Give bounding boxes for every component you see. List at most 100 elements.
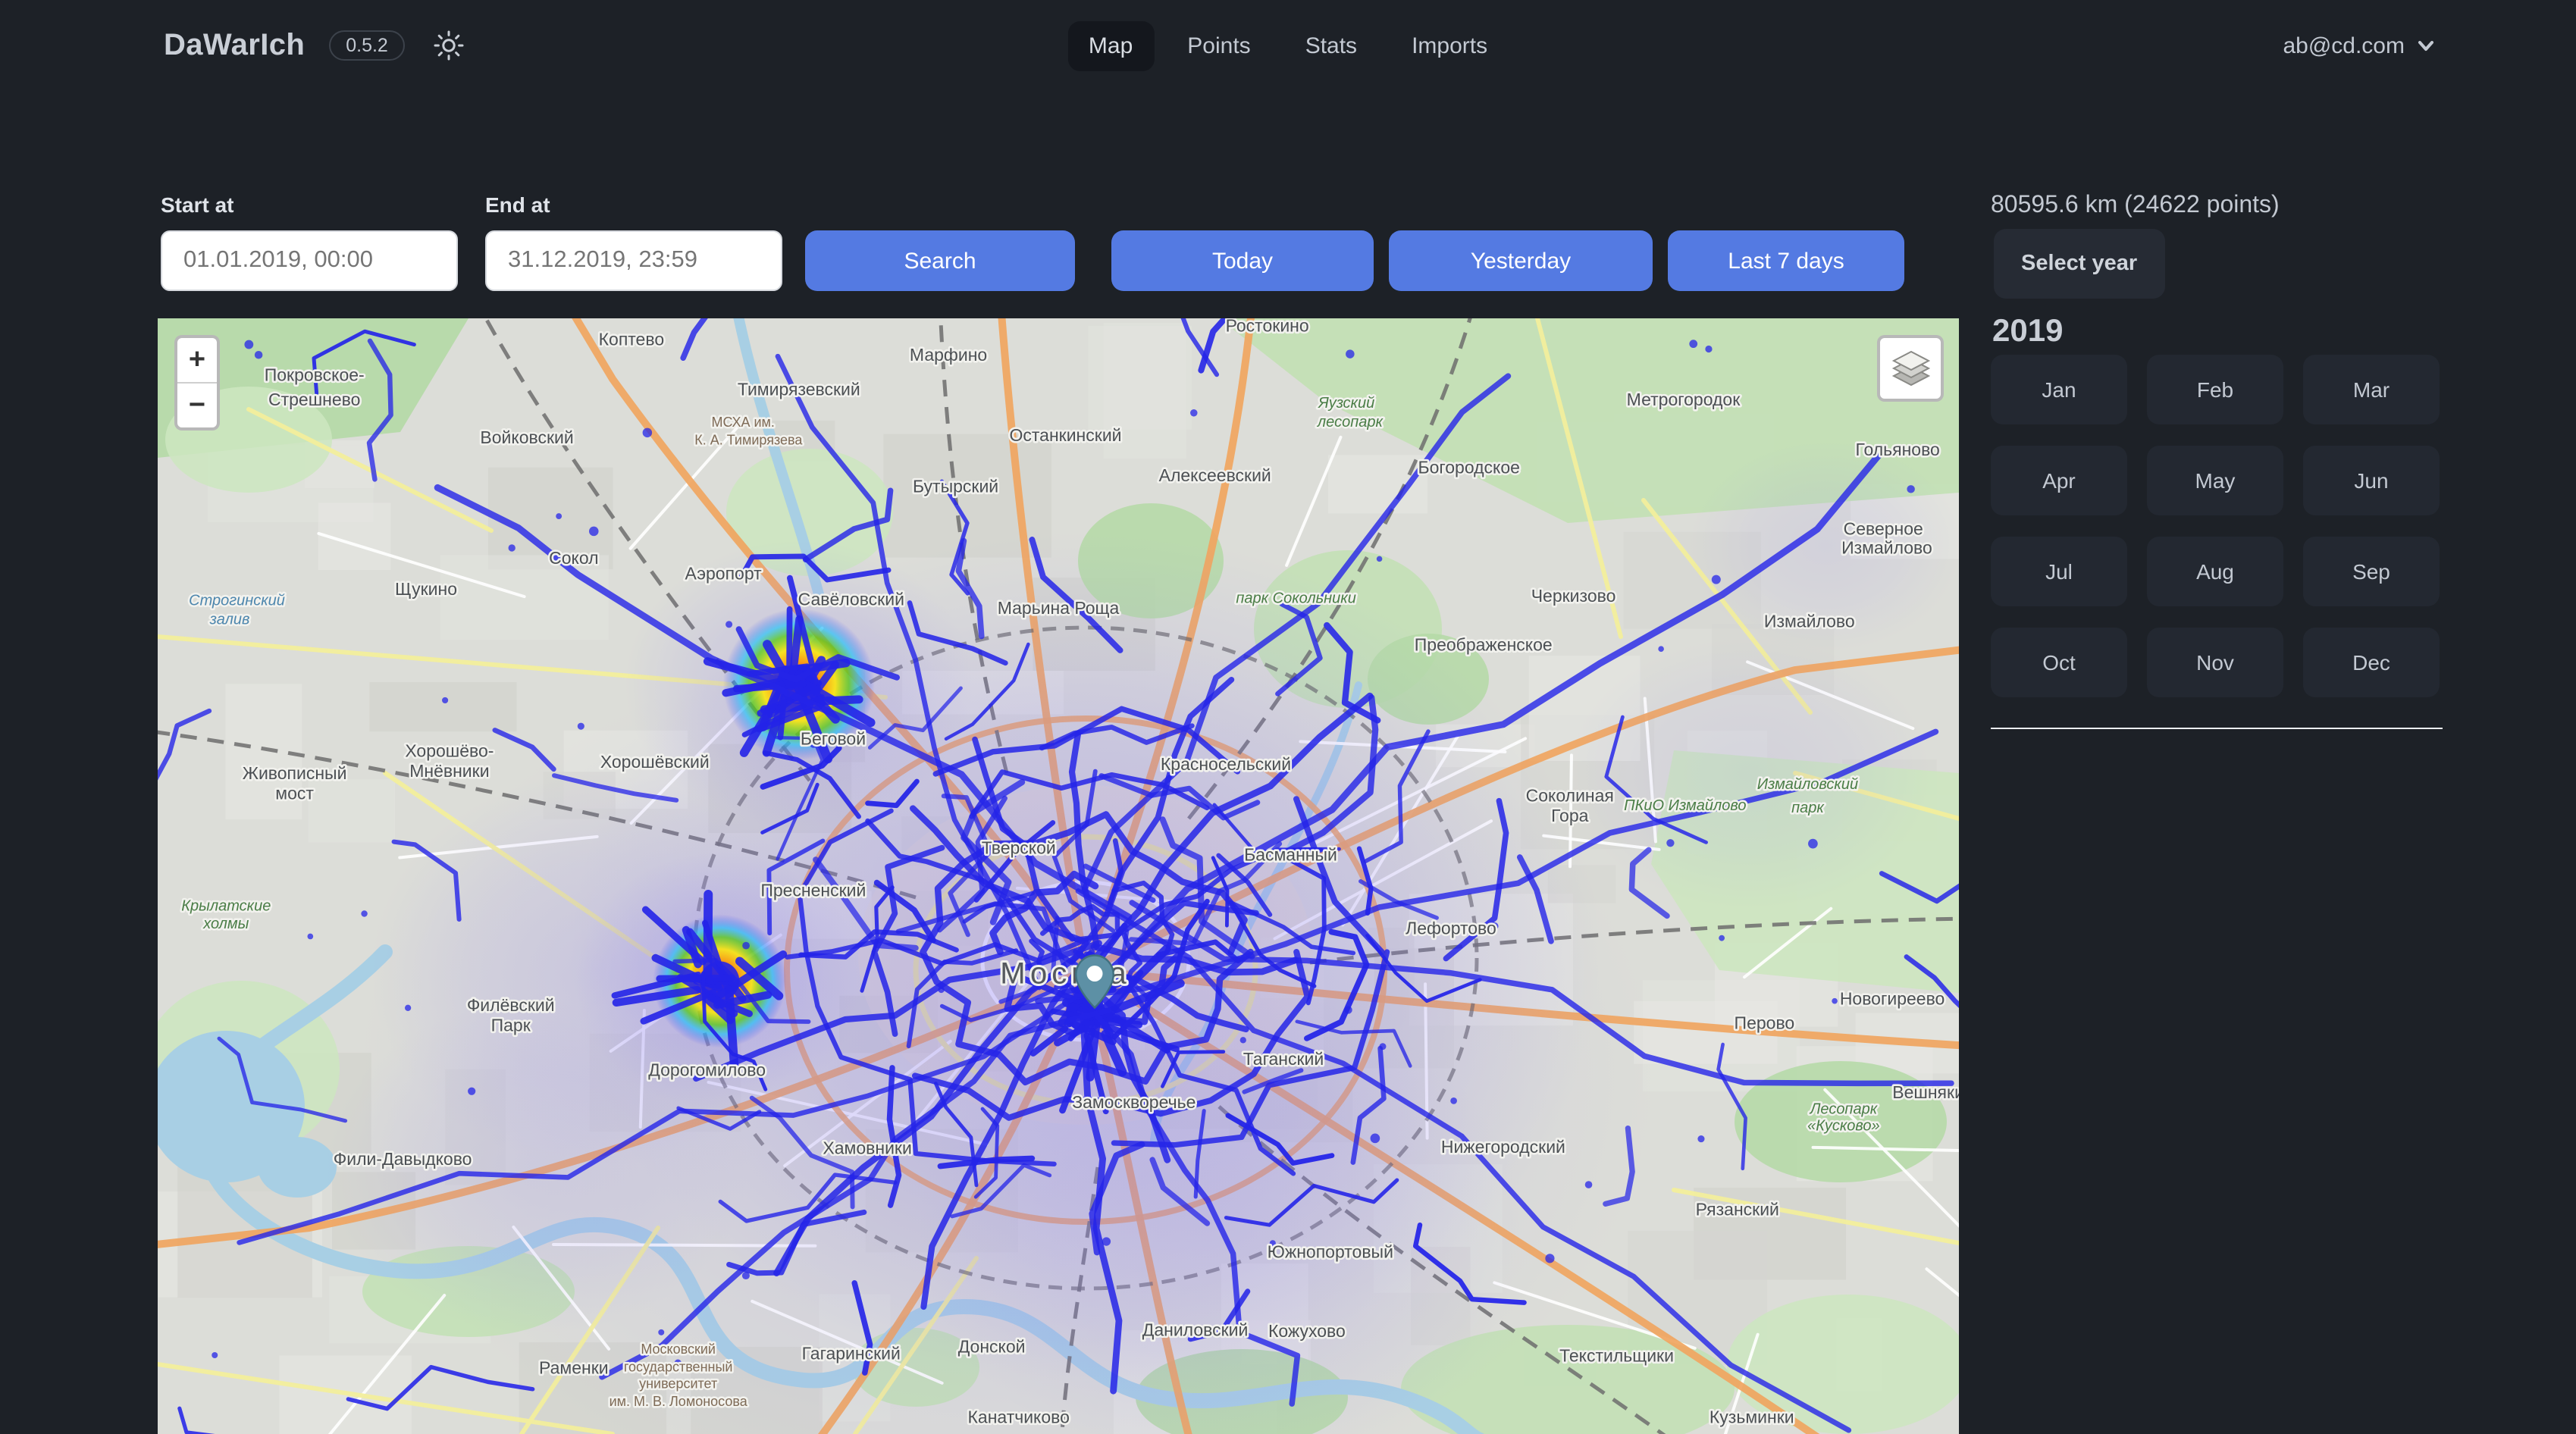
map-label: Тверской [982,838,1056,858]
map-label: лесопарк [1317,414,1384,431]
map-label: Лесопарк [1809,1101,1879,1118]
map-label: Соколиная [1526,785,1614,805]
map-label: Живописный [243,763,347,783]
month-button-nov[interactable]: Nov [2147,628,2283,697]
map-label: Московский [641,1342,716,1357]
tab-imports[interactable]: Imports [1390,20,1509,70]
map-label: Таганский [1243,1049,1324,1069]
map-label: Дорогомилово [648,1060,766,1079]
map-label: Перово [1735,1013,1795,1033]
map-label: холмы [202,916,249,932]
map-label: Коптево [599,329,664,349]
end-at-input[interactable] [485,230,782,291]
month-grid: Jan Feb Mar Apr May Jun Jul Aug Sep Oct … [1991,355,2440,697]
tab-stats[interactable]: Stats [1284,20,1378,70]
sun-icon [434,30,464,61]
map-label: Измайлово [1841,538,1932,558]
map-label: Сокол [549,548,598,568]
app-root: DaWarIch 0.5.2 Map Points Stats Imports [0,0,2576,1434]
start-at-label: Start at [161,193,233,217]
app-logo[interactable]: DaWarIch [164,28,305,63]
map-label: Парк [491,1016,531,1035]
map-label: университет [639,1376,717,1392]
month-button-mar[interactable]: Mar [2303,355,2440,424]
map-label: парк [1791,800,1825,816]
map-label: Алексеевский [1159,465,1271,485]
last-7-days-button[interactable]: Last 7 days [1668,230,1904,291]
main-nav: Map Points Stats Imports [1067,0,1509,91]
start-at-input[interactable] [161,230,458,291]
layers-control-button[interactable] [1877,335,1944,402]
distance-points-stats: 80595.6 km (24622 points) [1991,193,2280,220]
yesterday-button[interactable]: Yesterday [1389,230,1653,291]
map-label: Гора [1551,806,1588,825]
brand-group: DaWarIch 0.5.2 [164,0,469,91]
month-button-jan[interactable]: Jan [1991,355,2127,424]
map-label: парк Сокольники [1236,590,1355,606]
map-label: Строгинский [189,592,285,609]
map-label: Южнопортовый [1268,1241,1393,1261]
zoom-in-button[interactable]: + [177,338,217,384]
map-label: Гольяново [1856,440,1940,459]
map-label: мост [275,783,314,803]
map-label: Лефортово [1406,919,1496,938]
user-menu[interactable]: ab@cd.com [2283,0,2437,91]
map-label: Гагаринский [802,1343,901,1363]
map-label: Новогиреево [1840,988,1945,1008]
map-label: Аэропорт [685,563,762,583]
map-label: Богородское [1418,458,1519,477]
navbar: DaWarIch 0.5.2 Map Points Stats Imports [0,0,2576,91]
map-label: Красносельский [1161,754,1291,774]
map-label: Хамовники [823,1138,911,1158]
month-button-sep[interactable]: Sep [2303,537,2440,606]
month-button-apr[interactable]: Apr [1991,446,2127,515]
map-label: ПКиО Измайлово [1624,797,1746,814]
map-label: Щукино [395,579,457,599]
map-label: Стрешнево [268,390,360,409]
today-button[interactable]: Today [1111,230,1374,291]
map-label: Войковский [480,427,573,447]
month-button-jul[interactable]: Jul [1991,537,2127,606]
map-label: Мнёвники [409,761,489,781]
tab-map[interactable]: Map [1067,20,1154,70]
map-label: Донской [958,1337,1026,1357]
version-badge: 0.5.2 [329,30,405,61]
location-marker-pin[interactable] [1074,953,1115,1016]
zoom-out-button[interactable]: − [177,384,217,427]
map-label: МСХА им. [711,415,774,430]
map-label: Бутырский [913,477,998,496]
user-email: ab@cd.com [2283,33,2405,58]
month-button-feb[interactable]: Feb [2147,355,2283,424]
map-label: Беговой [801,728,866,748]
map-label: Замоскворечье [1072,1092,1196,1112]
map-label: Савёловский [798,589,904,609]
map-label: Северное [1844,519,1923,539]
theme-toggle-button[interactable] [429,26,469,65]
month-button-oct[interactable]: Oct [1991,628,2127,697]
map-label: Марфино [910,345,987,365]
map-label: им. М. В. Ломоносова [610,1394,748,1409]
map-label: Пресненский [760,880,866,900]
search-button[interactable]: Search [805,230,1075,291]
month-button-dec[interactable]: Dec [2303,628,2440,697]
map-label: Рязанский [1696,1199,1779,1219]
tab-points[interactable]: Points [1166,20,1271,70]
map-canvas[interactable]: РостокиноКоптевоПокровское-СтрешневоМарф… [158,318,1959,1434]
basemap-svg: РостокиноКоптевоПокровское-СтрешневоМарф… [158,318,1959,1434]
month-button-jun[interactable]: Jun [2303,446,2440,515]
map-label: Даниловский [1142,1320,1249,1339]
map-label: Вешняки [1892,1082,1959,1102]
map-label: Черкизово [1531,586,1616,606]
map-label: К. А. Тимирязева [694,432,803,447]
month-button-may[interactable]: May [2147,446,2283,515]
map-label: Ростокино [1226,318,1309,336]
map-label: Преображенское [1415,635,1553,655]
map-label: залив [209,611,250,628]
map-label: Кожухово [1268,1321,1346,1341]
map-label: Хорошёвский [600,752,710,772]
map-label: «Кусково» [1807,1118,1880,1135]
month-button-aug[interactable]: Aug [2147,537,2283,606]
select-year-button[interactable]: Select year [1994,229,2164,299]
map-label: Текстильщики [1559,1345,1674,1365]
map-label: Яузский [1318,395,1374,412]
